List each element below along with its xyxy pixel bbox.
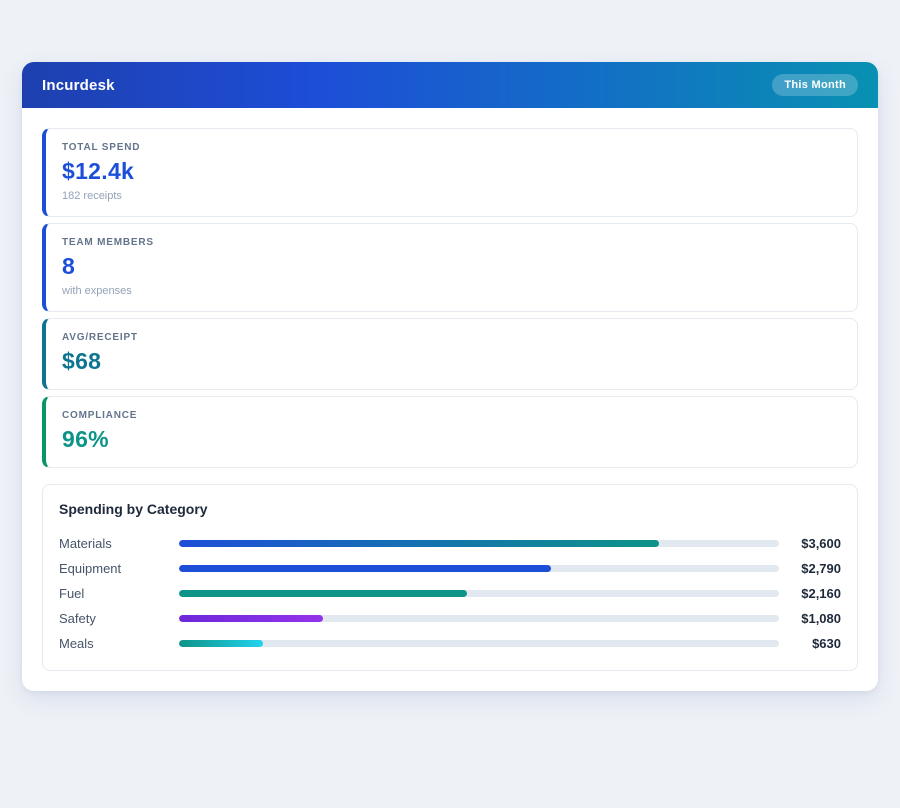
category-value: $2,790 — [801, 561, 841, 576]
bar-track — [179, 540, 779, 547]
bar-track — [179, 590, 779, 597]
category-row: Materials $3,600 — [59, 531, 841, 556]
bar-fill — [179, 640, 263, 647]
stat-label: COMPLIANCE — [62, 410, 138, 421]
bar-fill — [179, 615, 323, 622]
period-badge[interactable]: This Month — [772, 74, 858, 96]
category-value: $630 — [812, 636, 841, 651]
stat-sub: with expenses — [62, 285, 132, 297]
stat-value: $68 — [62, 348, 102, 374]
card-body: TOTAL SPEND $12.4k 182 receipts TEAM MEM… — [22, 108, 878, 691]
category-rows: Materials $3,600 Equipment $2,790 Fuel $… — [59, 531, 841, 656]
stat-card: COMPLIANCE 96% — [42, 396, 858, 468]
category-label: Meals — [59, 636, 94, 651]
bar-fill — [179, 565, 551, 572]
category-value: $3,600 — [801, 536, 841, 551]
category-value: $2,160 — [801, 586, 841, 601]
stat-label: AVG/RECEIPT — [62, 332, 138, 343]
category-card: Spending by Category Materials $3,600 Eq… — [42, 484, 858, 671]
stat-card: TOTAL SPEND $12.4k 182 receipts — [42, 128, 858, 217]
app-title: Incurdesk — [42, 76, 115, 94]
category-row: Safety $1,080 — [59, 606, 841, 631]
stat-sub: 182 receipts — [62, 190, 122, 202]
stats-list: TOTAL SPEND $12.4k 182 receipts TEAM MEM… — [42, 128, 858, 468]
category-row: Fuel $2,160 — [59, 581, 841, 606]
category-value: $1,080 — [801, 611, 841, 626]
dashboard-card: Incurdesk This Month TOTAL SPEND $12.4k … — [22, 62, 878, 691]
category-label: Safety — [59, 611, 96, 626]
stat-label: TEAM MEMBERS — [62, 237, 154, 248]
bar-track — [179, 640, 779, 647]
category-label: Fuel — [59, 586, 85, 601]
bar-fill — [179, 590, 467, 597]
category-title: Spending by Category — [59, 501, 208, 517]
stat-value: 96% — [62, 426, 109, 452]
stat-label: TOTAL SPEND — [62, 142, 141, 153]
stat-value: 8 — [62, 253, 76, 279]
category-row: Meals $630 — [59, 631, 841, 656]
category-label: Materials — [59, 536, 112, 551]
bar-track — [179, 615, 779, 622]
stat-card: AVG/RECEIPT $68 — [42, 318, 858, 390]
app-header: Incurdesk This Month — [22, 62, 878, 108]
category-label: Equipment — [59, 561, 122, 576]
bar-fill — [179, 540, 659, 547]
stat-value: $12.4k — [62, 158, 135, 184]
bar-track — [179, 565, 779, 572]
stat-card: TEAM MEMBERS 8 with expenses — [42, 223, 858, 312]
category-row: Equipment $2,790 — [59, 556, 841, 581]
